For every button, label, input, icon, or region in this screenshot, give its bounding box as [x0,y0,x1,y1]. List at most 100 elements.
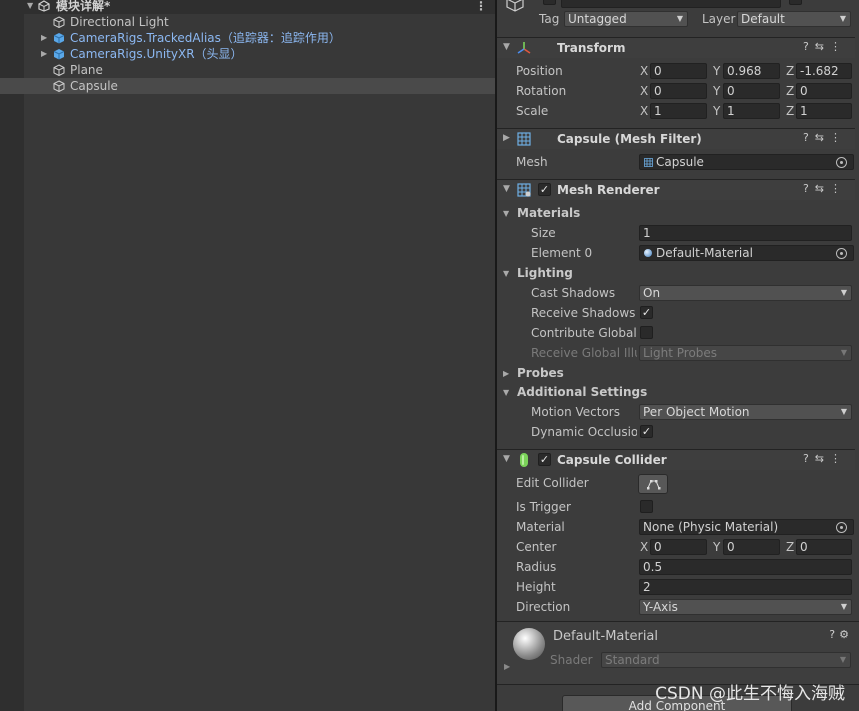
object-picker-icon[interactable] [836,522,847,533]
mesh-renderer-header[interactable]: ▼ ✓ Mesh Renderer ?⇆⋮ [497,179,855,200]
direction-dropdown[interactable]: Y-Axis ▼ [639,599,852,615]
transform-header[interactable]: ▼ Transform ?⇆⋮ [497,37,855,58]
foldout-arrow-icon[interactable]: ▶ [503,369,509,378]
more-options-icon[interactable]: ⋮ [475,0,487,14]
receive-shadows-checkbox[interactable]: ✓ [640,306,653,319]
presets-icon[interactable]: ⇆ [815,40,830,53]
tag-dropdown[interactable]: Untagged ▼ [564,11,688,27]
more-options-icon[interactable]: ⋮ [830,131,847,144]
collapse-arrow-icon[interactable]: ▼ [503,42,510,52]
position-x-field[interactable]: 0 [650,63,707,79]
presets-icon[interactable]: ⇆ [815,182,830,195]
center-z-field[interactable]: 0 [796,539,852,555]
dropdown-arrow-icon: ▼ [840,602,847,611]
collider-material-field[interactable]: None (Physic Material) [639,519,854,535]
materials-foldout[interactable]: Materials [517,206,580,220]
capsule-collider-header[interactable]: ▼ ✓ Capsule Collider ?⇆⋮ [497,449,855,470]
more-options-icon[interactable]: ⋮ [830,452,847,465]
foldout-arrow-icon[interactable]: ▼ [503,388,509,397]
presets-icon[interactable]: ⇆ [815,131,830,144]
more-options-icon[interactable]: ⋮ [830,40,847,53]
help-icon[interactable]: ? [803,452,815,465]
layer-label: Layer [702,12,736,26]
radius-field[interactable]: 0.5 [639,559,852,575]
center-x-field[interactable]: 0 [650,539,707,555]
direction-label: Direction [516,600,571,614]
center-y-field[interactable]: 0 [723,539,780,555]
rotation-z-field[interactable]: 0 [796,83,852,99]
component-title: Mesh Renderer [557,183,660,197]
object-name-field[interactable] [561,0,781,8]
scale-x-field[interactable]: 1 [650,103,707,119]
probes-foldout[interactable]: Probes [517,366,564,380]
contribute-gi-checkbox[interactable] [640,326,653,339]
additional-settings-foldout[interactable]: Additional Settings [517,385,647,399]
component-header-icons[interactable]: ?⇆⋮ [803,452,847,465]
is-trigger-checkbox[interactable] [640,500,653,513]
materials-size-field[interactable]: 1 [639,225,852,241]
scale-y-field[interactable]: 1 [723,103,780,119]
more-options-icon[interactable]: ⋮ [830,182,847,195]
rotation-x-field[interactable]: 0 [650,83,707,99]
help-icon[interactable]: ? [803,40,815,53]
object-picker-icon[interactable] [836,248,847,259]
scene-row[interactable]: ▼ 模块详解* ⋮ [0,0,495,14]
axis-y-label: Y [713,84,721,98]
settings-gear-icon[interactable]: ⚙ [839,628,853,641]
component-header-icons[interactable]: ?⇆⋮ [803,182,847,195]
help-icon[interactable]: ? [829,628,839,641]
help-icon[interactable]: ? [803,182,815,195]
collider-material-label: Material [516,520,565,534]
dynamic-occlusion-label: Dynamic Occlusion [531,425,637,439]
shader-label: Shader [550,653,593,667]
axis-z-label: Z [786,104,795,118]
foldout-arrow-icon[interactable]: ▼ [503,269,509,278]
expand-arrow-icon[interactable]: ▶ [41,30,47,46]
collapse-arrow-icon[interactable]: ▼ [27,0,33,14]
dynamic-occlusion-checkbox[interactable]: ✓ [640,425,653,438]
dropdown-arrow-icon: ▼ [839,14,846,23]
hierarchy-item-trackedalias[interactable]: ▶ CameraRigs.TrackedAlias（追踪器：追踪作用） [0,30,495,46]
material-header-icons[interactable]: ?⚙ [829,628,853,641]
hierarchy-item-unityxr[interactable]: ▶ CameraRigs.UnityXR（头显） [0,46,495,62]
hierarchy-item-directional-light[interactable]: Directional Light [0,14,495,30]
component-header-icons[interactable]: ?⇆⋮ [803,40,847,53]
mesh-filter-header[interactable]: ▶ Capsule (Mesh Filter) ?⇆⋮ [497,128,855,149]
rotation-y-field[interactable]: 0 [723,83,780,99]
position-z-field[interactable]: -1.682 [796,63,852,79]
foldout-arrow-icon[interactable]: ▼ [503,209,509,218]
scale-z-field[interactable]: 1 [796,103,852,119]
watermark-text: CSDN @此生不悔入海贼 [655,684,845,704]
layer-dropdown[interactable]: Default ▼ [737,11,851,27]
height-field[interactable]: 2 [639,579,852,595]
help-icon[interactable]: ? [803,131,815,144]
motion-vectors-value: Per Object Motion [643,405,750,419]
cast-shadows-label: Cast Shadows [531,286,616,300]
mesh-renderer-enabled-checkbox[interactable]: ✓ [538,183,551,196]
hierarchy-item-plane[interactable]: Plane [0,62,495,78]
element0-object-field[interactable]: Default-Material [639,245,854,261]
collapse-arrow-icon[interactable]: ▶ [503,133,510,143]
position-y-field[interactable]: 0.968 [723,63,780,79]
edit-collider-button[interactable] [638,474,668,494]
component-header-icons[interactable]: ?⇆⋮ [803,131,847,144]
active-checkbox[interactable] [543,0,556,5]
material-asset-icon [644,249,652,257]
static-checkbox[interactable] [789,0,802,5]
object-picker-icon[interactable] [836,157,847,168]
cast-shadows-dropdown[interactable]: On ▼ [639,285,852,301]
expand-arrow-icon[interactable]: ▶ [41,46,47,62]
rotation-label: Rotation [516,84,567,98]
foldout-arrow-icon[interactable]: ▶ [504,662,510,671]
presets-icon[interactable]: ⇆ [815,452,830,465]
cast-shadows-value: On [643,286,661,300]
capsule-collider-enabled-checkbox[interactable]: ✓ [538,453,551,466]
component-title: Capsule (Mesh Filter) [557,132,702,146]
hierarchy-item-capsule[interactable]: Capsule [0,78,495,94]
collapse-arrow-icon[interactable]: ▼ [503,184,510,194]
collapse-arrow-icon[interactable]: ▼ [503,454,510,464]
mesh-object-field[interactable]: Capsule [639,154,854,170]
material-preview-section[interactable]: Default-Material ?⚙ ▶ Shader Standard ▼ [497,622,859,684]
motion-vectors-dropdown[interactable]: Per Object Motion ▼ [639,404,852,420]
lighting-foldout[interactable]: Lighting [517,266,573,280]
